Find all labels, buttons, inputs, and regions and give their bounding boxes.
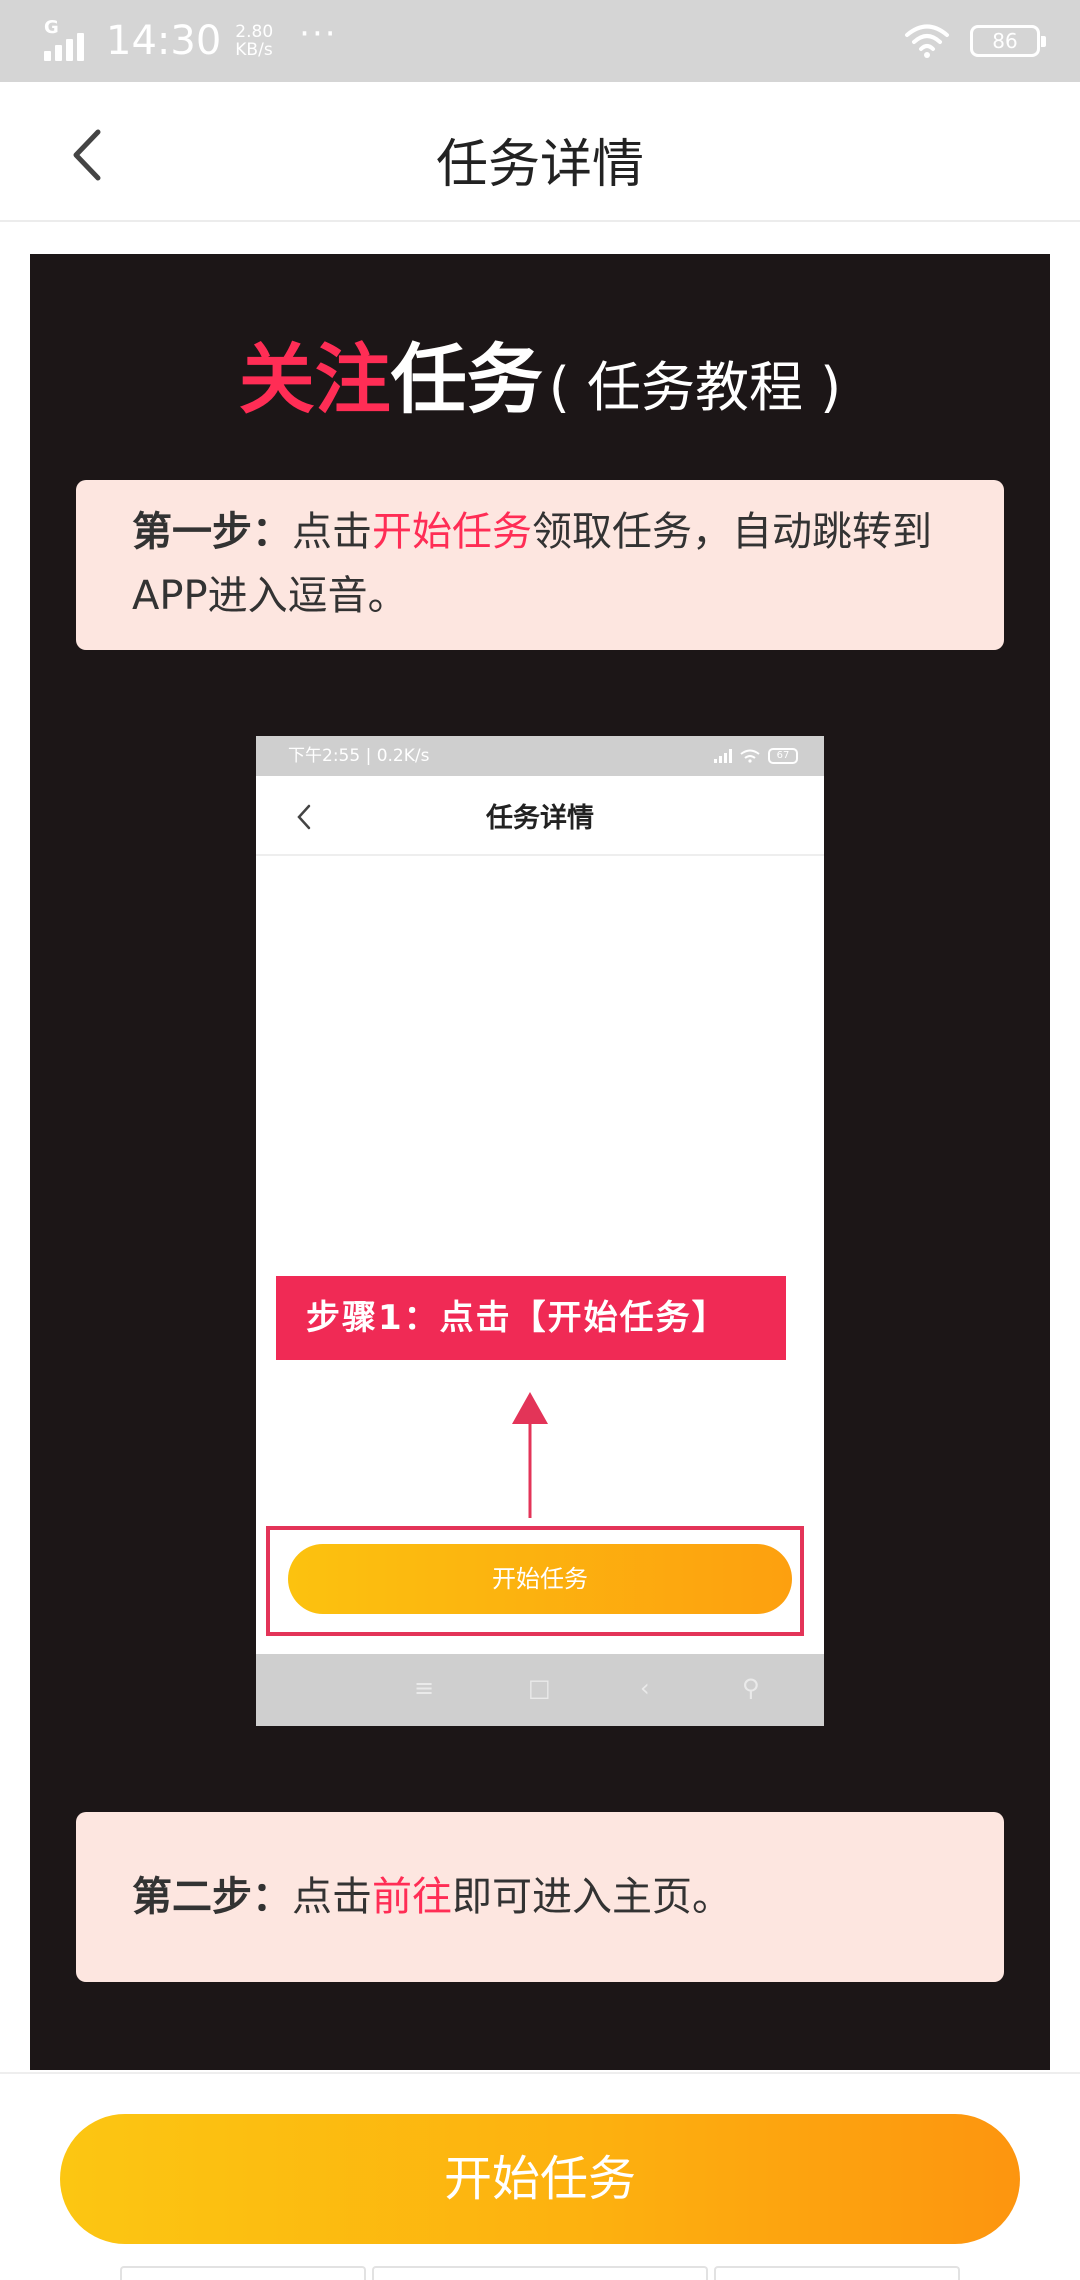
screenshot-signal-icon	[714, 749, 732, 763]
step-two-text-before: 点击	[292, 1874, 372, 1920]
tutorial-title-main: 任务	[390, 335, 543, 424]
status-bar: G 14:30 2.80 KB/s ··· 86	[0, 0, 1080, 82]
step-two-lead: 第二步：	[132, 1874, 292, 1920]
menu-icon: ≡	[414, 1674, 435, 1702]
tutorial-screenshot: 下午2:55 | 0.2K/s 67 任务详情 步骤1：点击【开始任务】 开始任…	[256, 736, 824, 1726]
screenshot-wifi-icon	[740, 749, 760, 763]
screenshot-status-text: 下午2:55 | 0.2K/s	[288, 746, 430, 766]
screenshot-system-nav: ≡ □ ‹ ⚲	[256, 1654, 824, 1726]
hidden-tab-edge	[714, 2266, 960, 2280]
tutorial-title-accent: 关注	[238, 335, 391, 424]
step-two-highlight: 前往	[372, 1874, 452, 1920]
screenshot-battery-icon: 67	[768, 748, 798, 764]
start-task-button[interactable]: 开始任务	[60, 2114, 1020, 2244]
step-one-card: 第一步：点击开始任务领取任务，自动跳转到APP进入逗音。	[76, 480, 1004, 650]
screenshot-nav-bar: 任务详情	[256, 776, 824, 856]
hidden-tab-edge	[120, 2266, 366, 2280]
screenshot-start-button: 开始任务	[288, 1544, 792, 1614]
signal-icon: G	[44, 17, 88, 61]
screenshot-step-banner: 步骤1：点击【开始任务】	[276, 1276, 786, 1360]
network-speed: 2.80 KB/s	[235, 22, 274, 60]
step-two-card: 第二步：点击前往即可进入主页。	[76, 1812, 1004, 1982]
arrow-up-icon	[512, 1392, 548, 1518]
wifi-icon	[905, 24, 949, 58]
screenshot-title: 任务详情	[486, 803, 594, 834]
more-notifications-icon: ···	[299, 14, 338, 54]
back-nav-icon: ‹	[640, 1674, 650, 1702]
home-icon: □	[528, 1674, 551, 1702]
page-title: 任务详情	[435, 135, 644, 195]
hidden-tab-edge	[372, 2266, 708, 2280]
accessibility-icon: ⚲	[742, 1674, 760, 1702]
battery-icon: 86	[970, 25, 1046, 57]
tutorial-title: 关注任务( 任务教程 )	[30, 318, 1050, 428]
nav-bar: 任务详情	[0, 82, 1080, 222]
bottom-action-bar: 开始任务	[0, 2072, 1080, 2280]
status-time: 14:30	[106, 18, 222, 64]
step-one-text-before: 点击	[292, 509, 372, 555]
tutorial-panel: 关注任务( 任务教程 ) 第一步：点击开始任务领取任务，自动跳转到APP进入逗音…	[30, 254, 1050, 2070]
step-one-highlight: 开始任务	[372, 509, 532, 555]
tutorial-title-sub: ( 任务教程 )	[548, 356, 842, 419]
step-two-text-after: 即可进入主页。	[452, 1874, 732, 1920]
step-one-lead: 第一步：	[132, 509, 292, 555]
screenshot-status-bar: 下午2:55 | 0.2K/s 67	[256, 736, 824, 776]
